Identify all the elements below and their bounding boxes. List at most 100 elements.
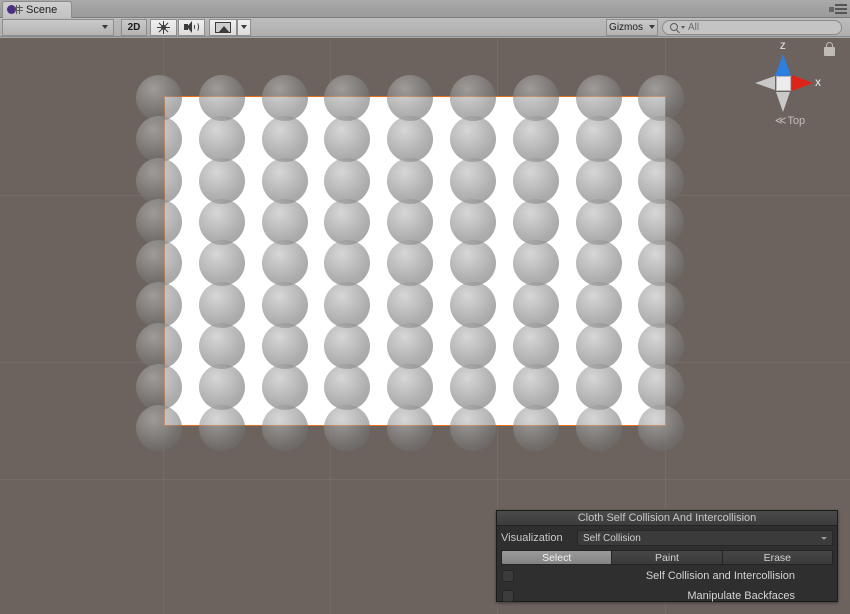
toggle-lighting-button[interactable] <box>150 19 177 36</box>
cloth-particle[interactable] <box>450 240 496 286</box>
cloth-particle[interactable] <box>638 405 684 451</box>
cloth-particle[interactable] <box>450 323 496 369</box>
tab-scene[interactable]: Scene <box>2 1 72 18</box>
cloth-particle[interactable] <box>262 158 308 204</box>
cloth-particle[interactable] <box>136 240 182 286</box>
cloth-particle[interactable] <box>638 158 684 204</box>
cloth-particle[interactable] <box>387 199 433 245</box>
cloth-particle[interactable] <box>136 282 182 328</box>
cloth-particle[interactable] <box>136 364 182 410</box>
cloth-particle[interactable] <box>262 282 308 328</box>
padlock-open-icon[interactable] <box>823 42 836 56</box>
cloth-particle[interactable] <box>513 199 559 245</box>
cloth-mode-toggle-group[interactable]: SelectPaintErase <box>501 550 833 565</box>
checkbox[interactable] <box>502 590 514 602</box>
image-effects-dropdown[interactable] <box>237 19 251 36</box>
cloth-particle[interactable] <box>576 405 622 451</box>
cloth-particle[interactable] <box>262 364 308 410</box>
cloth-particle[interactable] <box>262 240 308 286</box>
cloth-particle[interactable] <box>638 75 684 121</box>
cloth-mode-paint-button[interactable]: Paint <box>612 550 722 565</box>
panel-options-icon[interactable] <box>829 4 847 15</box>
cloth-particle[interactable] <box>262 405 308 451</box>
cloth-particle[interactable] <box>387 364 433 410</box>
cloth-particle[interactable] <box>638 282 684 328</box>
cloth-particle[interactable] <box>513 75 559 121</box>
cloth-particle[interactable] <box>387 323 433 369</box>
cloth-particle[interactable] <box>638 199 684 245</box>
cloth-particle[interactable] <box>262 116 308 162</box>
cloth-particle[interactable] <box>638 240 684 286</box>
cloth-particle[interactable] <box>387 158 433 204</box>
cloth-particle[interactable] <box>450 405 496 451</box>
cloth-particle[interactable] <box>576 158 622 204</box>
cloth-tool-panel[interactable]: Cloth Self Collision And Intercollision … <box>496 510 838 602</box>
cloth-particle[interactable] <box>638 364 684 410</box>
cloth-particle[interactable] <box>136 116 182 162</box>
cloth-particle[interactable] <box>513 364 559 410</box>
cloth-particle[interactable] <box>387 75 433 121</box>
toggle-2d-button[interactable]: 2D <box>121 19 147 36</box>
cloth-particle[interactable] <box>576 116 622 162</box>
cloth-particle[interactable] <box>513 240 559 286</box>
cloth-particle[interactable] <box>324 282 370 328</box>
gizmo-axis-z-negative[interactable] <box>776 92 790 112</box>
cloth-particle[interactable] <box>513 323 559 369</box>
cloth-particle[interactable] <box>513 405 559 451</box>
cloth-particle[interactable] <box>199 364 245 410</box>
cloth-particle[interactable] <box>450 116 496 162</box>
cloth-particle[interactable] <box>262 199 308 245</box>
cloth-particle[interactable] <box>199 158 245 204</box>
draw-mode-dropdown[interactable] <box>2 19 114 36</box>
cloth-particle[interactable] <box>450 364 496 410</box>
cloth-particle[interactable] <box>324 405 370 451</box>
visualization-dropdown[interactable]: Self Collision <box>577 530 833 546</box>
cloth-particle[interactable] <box>199 282 245 328</box>
gizmo-view-label-row[interactable]: ≪ Top <box>752 114 828 127</box>
search-input[interactable]: All <box>662 20 842 35</box>
cloth-particle[interactable] <box>262 323 308 369</box>
cloth-particle[interactable] <box>324 158 370 204</box>
cloth-particle[interactable] <box>450 158 496 204</box>
cloth-particle[interactable] <box>450 282 496 328</box>
cloth-particle[interactable] <box>576 75 622 121</box>
cloth-particle[interactable] <box>136 199 182 245</box>
cloth-particle[interactable] <box>199 116 245 162</box>
gizmo-axis-x-positive[interactable] <box>792 75 813 91</box>
cloth-particle[interactable] <box>576 364 622 410</box>
cloth-particle[interactable] <box>136 323 182 369</box>
cloth-mode-select-button[interactable]: Select <box>501 550 612 565</box>
cloth-particle[interactable] <box>387 282 433 328</box>
cloth-particle[interactable] <box>324 199 370 245</box>
gizmo-axis-x-negative[interactable] <box>755 76 775 90</box>
cloth-particle[interactable] <box>136 158 182 204</box>
gizmos-dropdown[interactable]: Gizmos <box>606 19 658 36</box>
checkbox[interactable] <box>502 570 514 582</box>
cloth-particle[interactable] <box>199 323 245 369</box>
image-effects-button[interactable] <box>209 19 237 36</box>
cloth-particle[interactable] <box>262 75 308 121</box>
cloth-particle[interactable] <box>576 282 622 328</box>
cloth-particle[interactable] <box>638 116 684 162</box>
cloth-particle[interactable] <box>387 405 433 451</box>
cloth-particle[interactable] <box>450 199 496 245</box>
cloth-particle[interactable] <box>324 323 370 369</box>
cloth-particle[interactable] <box>136 75 182 121</box>
toggle-audio-button[interactable] <box>178 19 205 36</box>
gizmo-axis-z-positive[interactable] <box>775 54 791 76</box>
cloth-particle[interactable] <box>576 323 622 369</box>
cloth-particle[interactable] <box>513 158 559 204</box>
cloth-particle[interactable] <box>199 405 245 451</box>
cloth-particle[interactable] <box>513 282 559 328</box>
cloth-particle[interactable] <box>576 199 622 245</box>
scene-orientation-gizmo[interactable]: Z X ≪ Top <box>742 38 838 146</box>
cloth-particle[interactable] <box>450 75 496 121</box>
cloth-particle[interactable] <box>199 199 245 245</box>
cloth-particle[interactable] <box>199 75 245 121</box>
gizmo-center-cube[interactable] <box>776 76 791 91</box>
cloth-mode-erase-button[interactable]: Erase <box>723 550 833 565</box>
cloth-particle[interactable] <box>513 116 559 162</box>
cloth-particle[interactable] <box>638 323 684 369</box>
cloth-particle[interactable] <box>136 405 182 451</box>
cloth-particle[interactable] <box>576 240 622 286</box>
